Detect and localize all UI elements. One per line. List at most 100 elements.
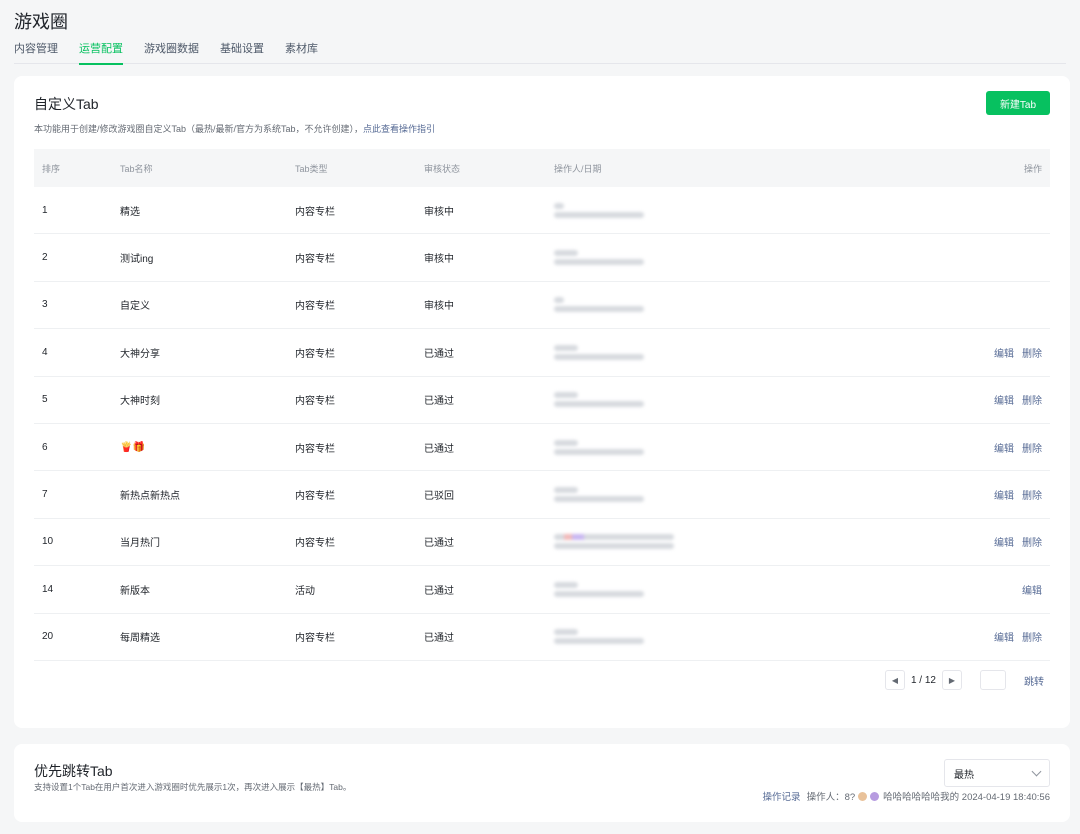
table-row: 4 大神分享 内容专栏 已通过 编辑 删除	[34, 329, 1050, 377]
cell-status: 已驳回	[424, 491, 454, 503]
cell-rank: 2	[42, 252, 48, 264]
redacted-text	[554, 306, 644, 313]
table-row: 3 自定义 内容专栏 审核中	[34, 282, 1050, 330]
cell-actions: 编辑 删除	[854, 392, 1050, 407]
edit-link[interactable]: 编辑	[994, 633, 1014, 644]
edit-link[interactable]: 编辑	[994, 396, 1014, 407]
cell-rank: 3	[42, 299, 48, 311]
cell-type: 内容专栏	[295, 348, 335, 360]
cell-status: 已通过	[424, 396, 454, 408]
table-row: 6 🍟🎁 内容专栏 已通过 编辑 删除	[34, 424, 1050, 472]
operation-log-link[interactable]: 操作记录	[763, 789, 801, 803]
cell-status: 已通过	[424, 443, 454, 455]
cell-type: 内容专栏	[295, 396, 335, 408]
table-row: 20 每周精选 内容专栏 已通过 编辑 删除	[34, 614, 1050, 661]
cell-rank: 10	[42, 536, 54, 548]
redacted-text	[554, 487, 578, 494]
cell-rank: 5	[42, 394, 48, 406]
description-text: 本功能用于创建/修改游戏圈自定义Tab（最热/最新/官方为系统Tab，不允许创建…	[34, 124, 364, 134]
cell-name: 🍟🎁	[120, 441, 145, 453]
table-header: 排序 Tab名称 Tab类型 审核状态 操作人/日期 操作	[34, 149, 1050, 187]
header-type: Tab类型	[295, 163, 328, 174]
redacted-text	[554, 250, 578, 257]
delete-link[interactable]: 删除	[1022, 444, 1042, 455]
cell-actions: 编辑 删除	[854, 487, 1050, 502]
redacted-text	[554, 211, 644, 218]
cell-actions: 编辑 删除	[854, 629, 1050, 644]
cell-type: 内容专栏	[295, 633, 335, 645]
delete-link[interactable]: 删除	[1022, 538, 1042, 549]
nav-tab[interactable]: 基础设置	[220, 43, 264, 64]
page-header: 游戏圈 内容管理 运营配置 游戏圈数据 基础设置 素材库	[0, 0, 1080, 65]
cell-status: 审核中	[424, 254, 454, 266]
cell-name: 每周精选	[120, 633, 160, 645]
cell-status: 审核中	[424, 301, 454, 313]
cell-operator-redacted	[554, 389, 854, 410]
nav-tab[interactable]: 内容管理	[14, 43, 58, 64]
delete-link[interactable]: 删除	[1022, 396, 1042, 407]
cell-status: 已通过	[424, 348, 454, 360]
emoji-avatar-icon	[858, 791, 868, 801]
cell-name: 大神时刻	[120, 396, 160, 408]
cell-actions: 编辑	[854, 582, 1050, 597]
cell-rank: 4	[42, 346, 48, 358]
next-page-button[interactable]: ▶	[942, 670, 962, 690]
priority-tab-description: 支持设置1个Tab在用户首次进入游戏圈时优先展示1次，再次进入展示【最热】Tab…	[34, 782, 352, 792]
redacted-text	[554, 401, 644, 408]
cell-status: 已通过	[424, 538, 454, 550]
delete-link[interactable]: 删除	[1022, 349, 1042, 360]
cell-status: 已通过	[424, 585, 454, 597]
cell-actions: 编辑 删除	[854, 534, 1050, 549]
edit-link[interactable]: 编辑	[1022, 586, 1042, 597]
cell-name: 自定义	[120, 301, 150, 313]
cell-actions: 编辑 删除	[854, 440, 1050, 455]
header-rank: 排序	[42, 163, 61, 174]
cell-status: 已通过	[424, 633, 454, 645]
header-name: Tab名称	[120, 163, 153, 174]
table-row: 1 精选 内容专栏 审核中	[34, 187, 1050, 235]
cell-type: 内容专栏	[295, 301, 335, 313]
page-jump-button[interactable]: 跳转	[1024, 673, 1044, 688]
edit-link[interactable]: 编辑	[994, 491, 1014, 502]
guide-link[interactable]: 点此查看操作指引	[363, 124, 435, 134]
table-row: 5 大神时刻 内容专栏 已通过 编辑 删除	[34, 377, 1050, 424]
cell-name: 测试ing	[120, 254, 154, 266]
tab-table: 排序 Tab名称 Tab类型 审核状态 操作人/日期 操作 1 精选 内容专栏 审核中…	[34, 149, 1050, 661]
priority-tab-card: 优先跳转Tab 支持设置1个Tab在用户首次进入游戏圈时优先展示1次，再次进入展…	[14, 744, 1070, 822]
redacted-text	[554, 353, 644, 360]
new-tab-button[interactable]: 新建Tab	[986, 91, 1050, 115]
edit-link[interactable]: 编辑	[994, 444, 1014, 455]
nav-tab[interactable]: 运营配置	[79, 43, 123, 65]
edit-link[interactable]: 编辑	[994, 538, 1014, 549]
nav-tab[interactable]: 素材库	[285, 43, 318, 64]
cell-operator-redacted	[554, 437, 854, 458]
cell-operator-redacted	[554, 579, 854, 600]
header-status: 审核状态	[424, 163, 461, 174]
cell-rank: 1	[42, 204, 48, 216]
page-jump-input[interactable]	[980, 670, 1006, 690]
cell-name: 新热点新热点	[120, 491, 180, 503]
cell-rank: 6	[42, 441, 48, 453]
delete-link[interactable]: 删除	[1022, 633, 1042, 644]
nav-tabs: 内容管理 运营配置 游戏圈数据 基础设置 素材库	[14, 43, 1066, 65]
cell-operator-redacted	[554, 484, 854, 505]
cell-type: 内容专栏	[295, 206, 335, 218]
cell-operator-redacted	[554, 342, 854, 363]
cell-type: 活动	[295, 585, 315, 597]
redacted-text	[554, 590, 644, 597]
nav-tab[interactable]: 游戏圈数据	[144, 43, 199, 64]
cell-operator-redacted	[554, 247, 854, 268]
edit-link[interactable]: 编辑	[994, 349, 1014, 360]
redacted-text	[554, 344, 578, 351]
header-action: 操作	[1023, 163, 1042, 174]
redacted-text	[554, 297, 564, 304]
cell-type: 内容专栏	[295, 538, 335, 550]
table-row: 10 当月热门 内容专栏 已通过 编辑 删除	[34, 519, 1050, 567]
custom-tab-card: 自定义Tab 本功能用于创建/修改游戏圈自定义Tab（最热/最新/官方为系统Ta…	[14, 76, 1070, 728]
priority-tab-select[interactable]: 最热	[944, 759, 1050, 787]
operation-log-line: 操作记录 操作人：8? 哈哈哈哈哈哈我的 2024-04-19 18:40:56	[763, 789, 1050, 803]
page-title: 游戏圈	[14, 12, 68, 32]
table-body: 1 精选 内容专栏 审核中 2 测试ing 内容专栏 审核中 3 自定义 内容专栏 审核中 4 大神分享内…	[34, 187, 1050, 661]
prev-page-button[interactable]: ◀	[884, 670, 905, 690]
delete-link[interactable]: 删除	[1022, 491, 1042, 502]
